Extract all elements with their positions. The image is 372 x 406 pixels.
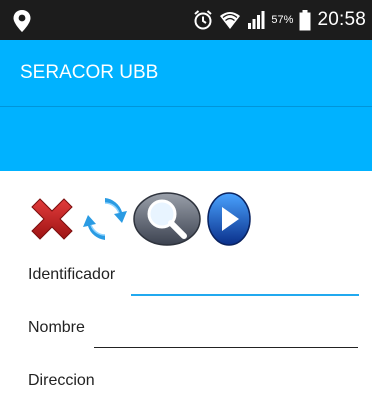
delete-button[interactable] — [26, 193, 78, 248]
direccion-input[interactable] — [118, 372, 358, 400]
direccion-label: Direccion — [28, 372, 95, 389]
form-row-direccion: Direccion — [28, 372, 358, 406]
search-button[interactable] — [132, 191, 202, 250]
identificador-input[interactable] — [131, 266, 359, 296]
status-bar: 57% 20:58 — [0, 0, 372, 40]
app-bar: SERACOR UBB — [0, 40, 372, 107]
clock: 20:58 — [317, 9, 366, 30]
search-magnifier-icon — [133, 191, 201, 246]
location-pin-icon — [13, 10, 31, 32]
form-row-nombre: Nombre — [28, 319, 358, 353]
signal-icon — [248, 11, 265, 29]
nombre-input[interactable] — [94, 319, 358, 348]
action-toolbar — [26, 190, 252, 250]
wifi-icon — [220, 12, 241, 29]
delete-x-icon — [31, 197, 73, 240]
app-bar-extension — [0, 107, 372, 171]
refresh-icon — [83, 197, 127, 240]
identificador-label: Identificador — [28, 266, 116, 283]
form-row-identificador: Identificador — [28, 266, 359, 300]
nombre-label: Nombre — [28, 319, 85, 336]
battery-percentage: 57% — [271, 14, 294, 26]
next-button[interactable] — [206, 191, 252, 250]
battery-icon — [299, 10, 311, 31]
refresh-button[interactable] — [82, 193, 128, 248]
alarm-icon — [194, 10, 213, 30]
next-play-icon — [207, 191, 251, 246]
status-icons: 57% 20:58 — [193, 0, 366, 40]
app-title: SERACOR UBB — [20, 62, 159, 83]
